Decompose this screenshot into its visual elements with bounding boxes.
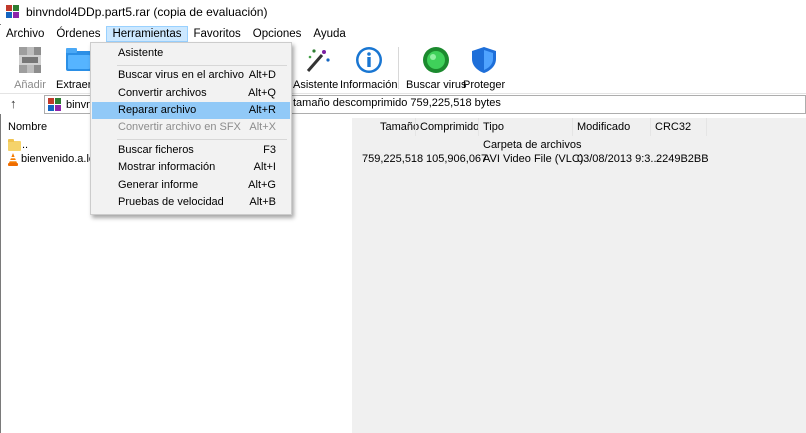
menu-item-label: Reparar archivo bbox=[118, 104, 197, 116]
menu-item-label: Convertir archivos bbox=[118, 87, 207, 99]
row-size: 759,225,518 bbox=[362, 153, 424, 165]
vlc-icon bbox=[7, 153, 19, 166]
column-divider[interactable] bbox=[415, 118, 416, 136]
add-button-label: Añadir bbox=[14, 79, 46, 91]
menu-opciones[interactable]: Opciones bbox=[247, 26, 308, 42]
toolbar-separator bbox=[398, 47, 399, 89]
menu-favoritos[interactable]: Favoritos bbox=[188, 26, 247, 42]
menu-archivo[interactable]: Archivo bbox=[0, 26, 50, 42]
info-icon bbox=[353, 45, 385, 75]
menu-ordenes[interactable]: Órdenes bbox=[50, 26, 106, 42]
virus-scan-icon bbox=[420, 45, 452, 75]
menu-separator bbox=[117, 65, 287, 66]
row-name: .. bbox=[22, 139, 29, 151]
menu-item-label: Buscar ficheros bbox=[118, 144, 194, 156]
row-crc: 2249B2BB bbox=[656, 153, 709, 165]
col-comprimido[interactable]: Comprimido bbox=[420, 118, 479, 136]
column-divider[interactable] bbox=[572, 118, 573, 136]
menu-separator bbox=[117, 139, 287, 140]
menu-item-label: Buscar virus en el archivo bbox=[118, 69, 244, 81]
col-tipo[interactable]: Tipo bbox=[483, 118, 504, 136]
virus-scan-button-label: Buscar virus bbox=[406, 79, 467, 91]
window-title: binvndol4DDp.part5.rar (copia de evaluac… bbox=[26, 5, 268, 19]
col-nombre[interactable]: Nombre bbox=[8, 118, 47, 136]
menu-item-asistente[interactable]: Asistente bbox=[92, 45, 290, 62]
add-button[interactable]: Añadir bbox=[14, 45, 46, 91]
menu-item-shortcut: F3 bbox=[263, 144, 276, 156]
menu-item-shortcut: Alt+B bbox=[249, 196, 276, 208]
row-packed: 105,906,067 bbox=[426, 153, 488, 165]
menu-item-shortcut: Alt+Q bbox=[248, 87, 276, 99]
archive-icon bbox=[48, 97, 62, 112]
menu-item-shortcut: Alt+G bbox=[248, 179, 276, 191]
row-type: AVI Video File (VLC) bbox=[483, 153, 584, 165]
menu-item-label: Mostrar información bbox=[118, 161, 216, 173]
menu-item-pruebas-velocidad[interactable]: Pruebas de velocidad Alt+B bbox=[92, 194, 290, 211]
title-bar: binvndol4DDp.part5.rar (copia de evaluac… bbox=[0, 0, 806, 24]
menu-item-convertir-sfx: Convertir archivo en SFX Alt+X bbox=[92, 119, 290, 136]
col-tamano[interactable]: Tamaño bbox=[380, 118, 419, 136]
file-list-empty-area bbox=[352, 118, 806, 433]
menu-item-label: Convertir archivo en SFX bbox=[118, 121, 241, 133]
menu-item-buscar-virus[interactable]: Buscar virus en el archivo Alt+D bbox=[92, 67, 290, 84]
menu-herramientas[interactable]: Herramientas bbox=[106, 26, 188, 42]
menu-item-label: Asistente bbox=[118, 47, 164, 59]
wizard-wand-icon bbox=[300, 45, 332, 75]
herramientas-dropdown-menu: Asistente Buscar virus en el archivo Alt… bbox=[90, 42, 292, 215]
virus-scan-button[interactable]: Buscar virus bbox=[406, 45, 467, 91]
menu-item-buscar-ficheros[interactable]: Buscar ficheros F3 bbox=[92, 142, 290, 159]
protect-button[interactable]: Proteger bbox=[463, 45, 505, 91]
menu-item-shortcut: Alt+D bbox=[248, 69, 276, 81]
menu-item-reparar-archivo[interactable]: Reparar archivo Alt+R bbox=[92, 102, 290, 119]
add-archive-icon bbox=[14, 45, 46, 75]
menu-bar: Archivo Órdenes Herramientas Favoritos O… bbox=[0, 25, 806, 43]
info-button-label: Información bbox=[340, 79, 398, 91]
wizard-button-label: Asistente bbox=[293, 79, 339, 91]
protect-button-label: Proteger bbox=[463, 79, 506, 91]
col-crc32[interactable]: CRC32 bbox=[655, 118, 691, 136]
menu-item-generar-informe[interactable]: Generar informe Alt+G bbox=[92, 177, 290, 194]
winrar-app-icon bbox=[6, 5, 20, 19]
row-modified: 03/08/2013 9:3... bbox=[577, 153, 660, 165]
menu-item-label: Pruebas de velocidad bbox=[118, 196, 224, 208]
path-text: binvn bbox=[66, 98, 93, 111]
menu-item-shortcut: Alt+X bbox=[249, 121, 276, 133]
menu-item-mostrar-informacion[interactable]: Mostrar información Alt+I bbox=[92, 159, 290, 176]
folder-icon bbox=[8, 139, 21, 151]
menu-item-shortcut: Alt+I bbox=[253, 161, 276, 173]
column-divider[interactable] bbox=[706, 118, 707, 136]
row-type: Carpeta de archivos bbox=[483, 139, 582, 151]
archive-description: tamaño descomprimido 759,225,518 bytes bbox=[293, 97, 501, 109]
menu-ayuda[interactable]: Ayuda bbox=[307, 26, 351, 42]
column-divider[interactable] bbox=[478, 118, 479, 136]
up-arrow-icon[interactable]: ↑ bbox=[10, 96, 17, 111]
menu-item-convertir-archivos[interactable]: Convertir archivos Alt+Q bbox=[92, 85, 290, 102]
info-button[interactable]: Información bbox=[340, 45, 397, 91]
menu-item-shortcut: Alt+R bbox=[248, 104, 276, 116]
col-modificado[interactable]: Modificado bbox=[577, 118, 630, 136]
column-divider[interactable] bbox=[650, 118, 651, 136]
shield-icon bbox=[468, 45, 500, 75]
wizard-button[interactable]: Asistente bbox=[293, 45, 338, 91]
menu-item-label: Generar informe bbox=[118, 179, 199, 191]
